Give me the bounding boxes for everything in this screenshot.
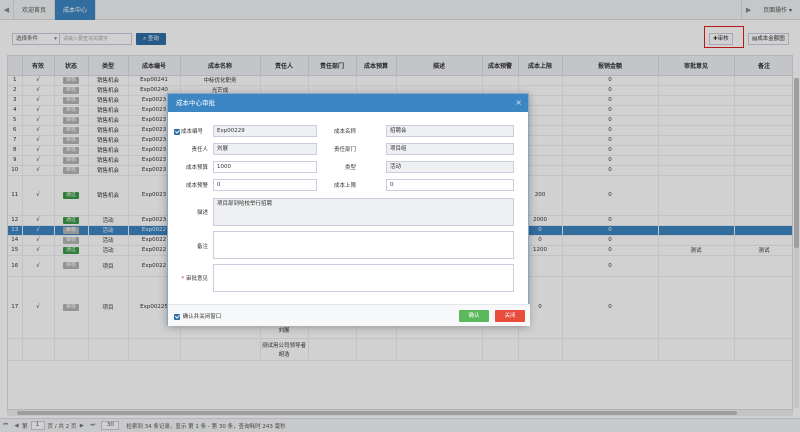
code-field: Exp00229 [213,125,317,137]
warn-label: 成本预警 [185,183,208,189]
confirm-close-checkbox[interactable]: 确认并关闭窗口 [174,312,221,320]
desc-field: 项目部到哈校举行招聘 [213,198,514,226]
opinion-field[interactable] [213,264,514,292]
category-label: 类型 [344,165,356,171]
confirm-button[interactable]: 确认 [459,310,489,322]
desc-label: 描述 [196,210,208,216]
name-label: 成本名称 [333,129,356,135]
upper-field[interactable]: 0 [386,179,514,191]
dept-label: 责任部门 [333,147,356,153]
checkbox-checked-icon[interactable] [174,313,180,320]
dialog-footer: 确认并关闭窗口 确认 关闭 [168,304,530,326]
owner-label: 责任人 [191,147,208,153]
remark-label: 备注 [196,244,208,250]
budget-label: 成本预算 [185,165,208,171]
close-icon[interactable]: × [515,94,522,112]
approval-dialog: 成本中心审批 × 成本编号 Exp00229 成本名称 招聘会 责任人 刘展 责任… [167,93,530,326]
close-button[interactable]: 关闭 [495,310,525,322]
checkbox-checked-icon[interactable] [174,128,180,135]
opinion-label: * 审批意见 [181,276,208,282]
remark-field[interactable] [213,231,514,259]
dept-field: 项目组 [386,143,514,155]
category-field: 活动 [386,161,514,173]
owner-field: 刘展 [213,143,317,155]
upper-label: 成本上限 [333,183,356,189]
dialog-title: 成本中心审批 × [168,94,528,112]
warn-field[interactable]: 0 [213,179,317,191]
code-label: 成本编号 [174,127,214,135]
budget-field[interactable]: 1000 [213,161,317,173]
name-field: 招聘会 [386,125,514,137]
